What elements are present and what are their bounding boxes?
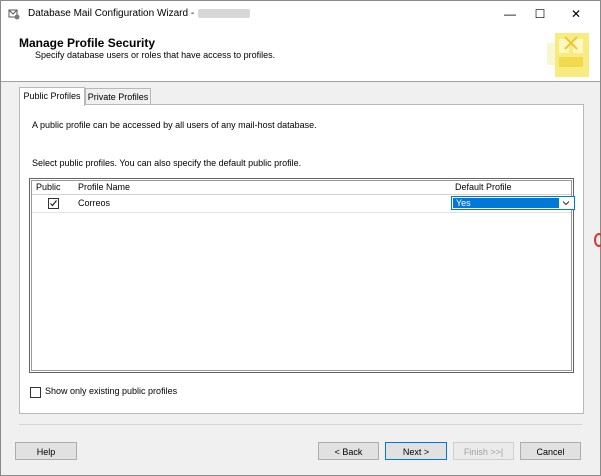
column-header-default-profile[interactable]: Default Profile [451, 181, 571, 194]
default-profile-dropdown[interactable]: Yes [451, 196, 575, 210]
help-button[interactable]: Help [15, 442, 77, 460]
background-window-edge [594, 233, 601, 247]
page-subtitle: Specify database users or roles that hav… [35, 50, 276, 60]
table-row[interactable]: Correos Yes [32, 195, 575, 213]
tab-public-profiles-label: Public Profiles [23, 91, 81, 101]
default-profile-value: Yes [453, 198, 559, 208]
profiles-grid-body: Public Profile Name Default Profile Corr… [31, 180, 575, 371]
profile-name-cell: Correos [78, 198, 111, 208]
title-bar[interactable]: Database Mail Configuration Wizard - — ☐… [1, 1, 600, 27]
wizard-header: Manage Profile Security Specify database… [1, 27, 600, 82]
show-existing-label[interactable]: Show only existing public profiles [45, 386, 177, 396]
profiles-grid: Public Profile Name Default Profile Corr… [29, 178, 575, 373]
minimize-icon: — [504, 7, 516, 21]
cancel-button[interactable]: Cancel [520, 442, 581, 460]
checkmark-icon [50, 200, 57, 207]
back-button-label: < Back [334, 447, 363, 457]
help-button-label: Help [36, 447, 56, 457]
redacted-server-name [198, 8, 251, 18]
finish-button-label: Finish >>| [463, 447, 504, 457]
chevron-down-icon[interactable] [560, 197, 572, 209]
mail-envelope-icon [543, 29, 600, 81]
back-button[interactable]: < Back [318, 442, 379, 460]
next-button-label: Next > [402, 447, 430, 457]
next-button[interactable]: Next > [385, 442, 447, 460]
panel-instruction: Select public profiles. You can also spe… [32, 158, 302, 168]
maximize-button[interactable]: ☐ [522, 1, 558, 27]
column-header-public[interactable]: Public [32, 181, 72, 194]
page-title: Manage Profile Security [19, 36, 156, 50]
divider [19, 424, 582, 425]
tab-public-profiles[interactable]: Public Profiles [19, 87, 85, 106]
column-header-profile-name[interactable]: Profile Name [74, 181, 449, 194]
wizard-window: Database Mail Configuration Wizard - — ☐… [0, 0, 601, 476]
grid-header: Public Profile Name Default Profile [32, 181, 571, 195]
cancel-button-label: Cancel [536, 447, 565, 457]
show-existing-checkbox[interactable] [30, 387, 41, 398]
window-title-text: Database Mail Configuration Wizard - [28, 8, 195, 19]
close-button[interactable]: ✕ [558, 1, 594, 27]
window-title: Database Mail Configuration Wizard - [28, 8, 251, 19]
tab-private-profiles-label: Private Profiles [87, 92, 149, 102]
panel-description: A public profile can be accessed by all … [32, 120, 317, 130]
maximize-icon: ☐ [534, 7, 546, 21]
public-checkbox[interactable] [48, 198, 59, 209]
close-icon: ✕ [570, 7, 582, 21]
finish-button[interactable]: Finish >>| [453, 442, 514, 460]
database-mail-icon [8, 8, 20, 20]
